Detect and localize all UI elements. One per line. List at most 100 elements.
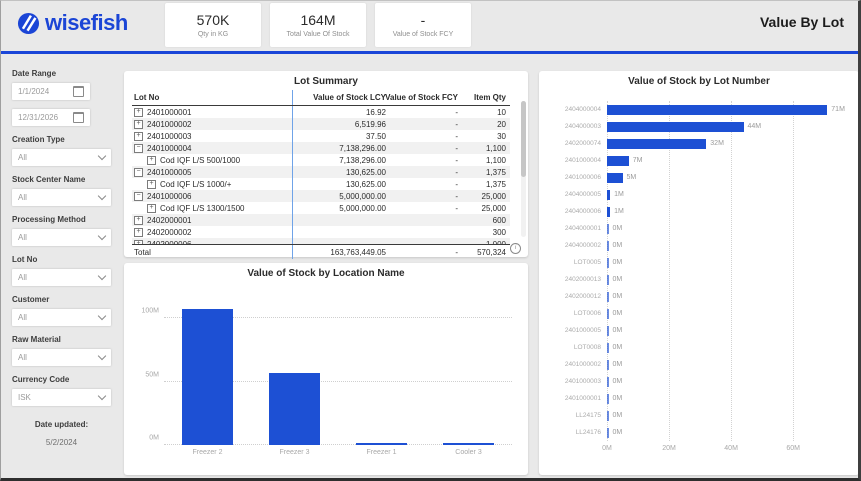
collapse-icon[interactable]: − (134, 144, 143, 153)
bar-2404000005[interactable] (607, 190, 610, 200)
bar-2401000005[interactable] (607, 326, 609, 336)
bar-zone: 0M (607, 340, 849, 356)
bar-ll24176[interactable] (607, 428, 609, 438)
filter-dropdown-raw-material[interactable]: All (12, 349, 111, 366)
filter-dropdown-creation-type[interactable]: All (12, 149, 111, 166)
expand-icon[interactable]: + (134, 120, 143, 129)
bar-2401000002[interactable] (607, 360, 609, 370)
date-updated-label: Date updated: (12, 420, 111, 429)
bar-freezer-1[interactable] (356, 443, 406, 445)
bar-value-label: 0M (613, 344, 623, 351)
bar-cooler-3[interactable] (443, 443, 493, 445)
lot-bar-row: 240400000471M (549, 102, 849, 118)
date-input-end[interactable]: 12/31/2026 (12, 109, 90, 126)
bar-freezer-2[interactable] (182, 309, 232, 445)
lot-bar-row: 24020000130M (549, 272, 849, 288)
table-row[interactable]: +2402000001600 (132, 214, 510, 226)
bar-2404000002[interactable] (607, 241, 609, 251)
bar-2402000013[interactable] (607, 275, 609, 285)
bar-slot-cooler-3: Cooler 3 (425, 299, 512, 445)
x-axis-tick-label: 20M (662, 445, 676, 452)
filter-dropdown-stock-center-name[interactable]: All (12, 189, 111, 206)
table-row[interactable]: +Cod IQF L/S 500/10007,138,296.00-1,100 (132, 154, 510, 166)
table-scrollbar-thumb[interactable] (521, 101, 526, 177)
bar-2402000012[interactable] (607, 292, 609, 302)
expand-icon[interactable]: + (134, 216, 143, 225)
cell-value-fcy: - (390, 202, 462, 214)
total-item-qty: 570,324 (462, 245, 510, 259)
axis-category-label: LL24176 (549, 429, 607, 436)
bar-zone: 44M (607, 119, 849, 135)
cell-lot: +Cod IQF L/S 500/1000 (132, 156, 292, 165)
cell-item-qty: 25,000 (462, 190, 510, 202)
expand-icon[interactable]: + (134, 240, 143, 245)
calendar-icon[interactable] (73, 112, 84, 123)
bar-zone: 32M (607, 136, 849, 152)
chevron-down-icon (98, 152, 106, 160)
bar-2402000074[interactable] (607, 139, 706, 149)
expand-icon[interactable]: + (147, 156, 156, 165)
bar-lot0005[interactable] (607, 258, 609, 268)
date-input-start[interactable]: 1/1/2024 (12, 83, 90, 100)
bar-2401000001[interactable] (607, 394, 609, 404)
axis-category-label: 2401000002 (549, 361, 607, 368)
collapse-icon[interactable]: − (134, 192, 143, 201)
table-row[interactable]: +240100000337.50-30 (132, 130, 510, 142)
axis-category-label: 2404000003 (549, 123, 607, 130)
column-header-lot-no[interactable]: Lot No (132, 93, 292, 102)
info-icon[interactable]: i (510, 243, 521, 254)
expand-icon[interactable]: + (147, 180, 156, 189)
cell-item-qty: 300 (462, 226, 510, 238)
filter-dropdown-customer[interactable]: All (12, 309, 111, 326)
filter-dropdown-processing-method[interactable]: All (12, 229, 111, 246)
bar-zone: 7M (607, 153, 849, 169)
axis-category-label: 2404000005 (549, 191, 607, 198)
lot-bar-row: LOT00080M (549, 340, 849, 356)
table-row[interactable]: −24010000065,000,000.00-25,000 (132, 190, 510, 202)
filter-dropdown-lot-no[interactable]: All (12, 269, 111, 286)
cell-value-lcy (292, 226, 390, 238)
axis-category-label: 2401000005 (549, 327, 607, 334)
lot-bar-row: LOT00050M (549, 255, 849, 271)
total-value-fcy: - (390, 245, 462, 259)
table-row[interactable]: +24020000061,000 (132, 238, 510, 244)
bar-zone: 0M (607, 391, 849, 407)
column-header-value-fcy[interactable]: Value of Stock FCY (390, 90, 462, 105)
bar-2404000003[interactable] (607, 122, 744, 132)
filter-dropdown-currency-code[interactable]: ISK (12, 389, 111, 406)
bar-2401000004[interactable] (607, 156, 629, 166)
bar-value-label: 0M (613, 242, 623, 249)
table-row[interactable]: +Cod IQF L/S 1000/+130,625.00-1,375 (132, 178, 510, 190)
bar-lot0006[interactable] (607, 309, 609, 319)
chevron-down-icon (98, 272, 106, 280)
bar-2404000006[interactable] (607, 207, 610, 217)
expand-icon[interactable]: + (134, 108, 143, 117)
bar-freezer-3[interactable] (269, 373, 319, 445)
bar-2401000006[interactable] (607, 173, 623, 183)
bar-ll24175[interactable] (607, 411, 609, 421)
table-scrollbar[interactable] (521, 101, 526, 237)
bar-2404000001[interactable] (607, 224, 609, 234)
table-row[interactable]: −24010000047,138,296.00-1,100 (132, 142, 510, 154)
column-header-value-lcy[interactable]: Value of Stock LCY (292, 90, 390, 105)
table-row[interactable]: +24010000026,519.96-20 (132, 118, 510, 130)
table-row[interactable]: +2402000002300 (132, 226, 510, 238)
expand-icon[interactable]: + (147, 204, 156, 213)
bar-2404000004[interactable] (607, 105, 827, 115)
column-header-item-qty[interactable]: Item Qty (462, 90, 510, 105)
calendar-icon[interactable] (73, 86, 84, 97)
bar-zone: 5M (607, 170, 849, 186)
bar-value-label: 0M (613, 310, 623, 317)
bar-2401000003[interactable] (607, 377, 609, 387)
axis-category-label: 2401000006 (549, 174, 607, 181)
expand-icon[interactable]: + (134, 228, 143, 237)
cell-lot: +Cod IQF L/S 1300/1500 (132, 204, 292, 213)
table-row[interactable]: +240100000116.92-10 (132, 106, 510, 118)
bar-lot0008[interactable] (607, 343, 609, 353)
expand-icon[interactable]: + (134, 132, 143, 141)
location-chart-plot: 0M50M100MFreezer 2Freezer 3Freezer 1Cool… (164, 299, 512, 445)
table-row[interactable]: +Cod IQF L/S 1300/15005,000,000.00-25,00… (132, 202, 510, 214)
collapse-icon[interactable]: − (134, 168, 143, 177)
filter-sidebar: Date Range1/1/202412/31/2026Creation Typ… (1, 54, 122, 478)
table-row[interactable]: −2401000005130,625.00-1,375 (132, 166, 510, 178)
